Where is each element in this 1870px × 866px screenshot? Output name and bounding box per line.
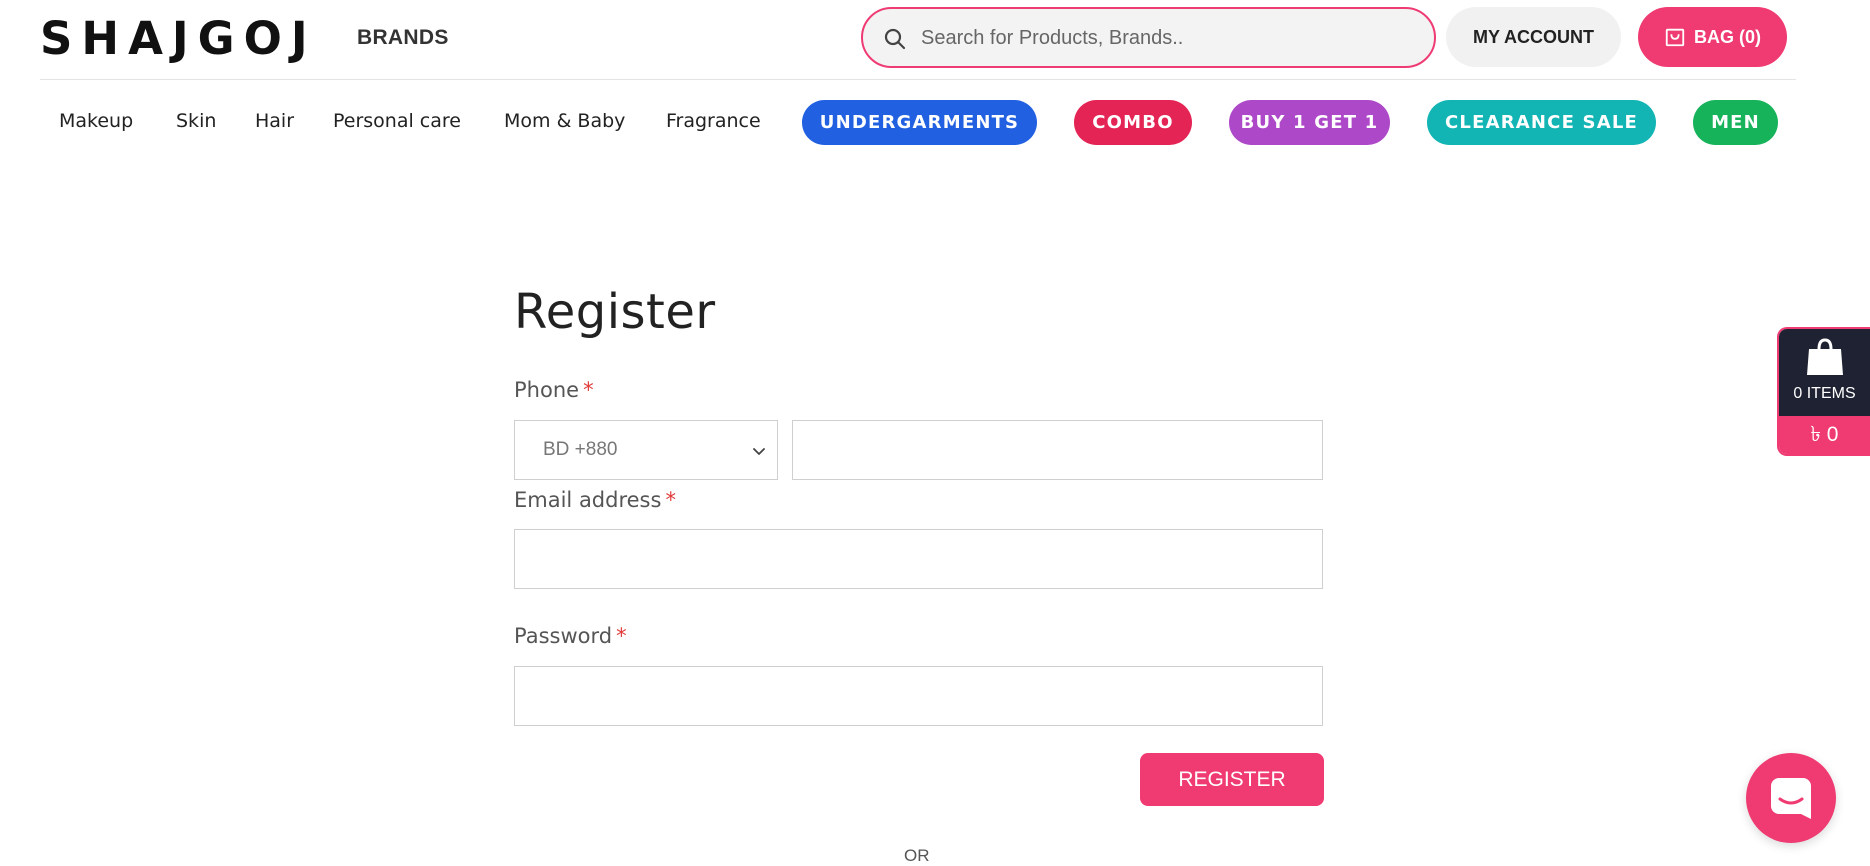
site-logo[interactable]: SHAJGOJ — [40, 12, 317, 65]
phone-label: Phone * — [514, 378, 594, 402]
chat-button[interactable] — [1746, 753, 1836, 843]
nav-link-skin[interactable]: Skin — [176, 110, 216, 132]
phone-input[interactable] — [792, 420, 1323, 480]
required-mark: * — [583, 378, 594, 402]
nav-link-mom-baby[interactable]: Mom & Baby — [504, 110, 625, 132]
search-input[interactable] — [911, 19, 1411, 57]
category-nav: Makeup Skin Hair Personal care Mom & Bab… — [0, 98, 1870, 148]
pill-undergarments[interactable]: UNDERGARMENTS — [802, 100, 1037, 145]
required-mark: * — [665, 488, 676, 512]
nav-link-hair[interactable]: Hair — [255, 110, 294, 132]
side-cart-total: ৳ 0 — [1779, 416, 1870, 454]
email-label-text: Email address — [514, 488, 662, 512]
pill-men[interactable]: MEN — [1693, 100, 1778, 145]
nav-link-fragrance[interactable]: Fragrance — [666, 110, 761, 132]
shopping-bag-icon — [1665, 28, 1685, 47]
site-header: SHAJGOJ BRANDS MY ACCOUNT BAG (0) — [0, 0, 1870, 80]
bag-label: BAG (0) — [1694, 26, 1761, 47]
nav-link-personal-care[interactable]: Personal care — [333, 110, 461, 132]
chevron-down-icon — [753, 448, 765, 455]
page-title: Register — [514, 284, 716, 340]
brands-link[interactable]: BRANDS — [357, 26, 449, 50]
email-input[interactable] — [514, 529, 1323, 589]
pill-combo[interactable]: COMBO — [1074, 100, 1192, 145]
side-cart-items: 0 ITEMS — [1793, 385, 1856, 402]
country-code-value: BD +880 — [543, 439, 618, 460]
shopping-bag-icon — [1807, 338, 1843, 375]
header-divider — [40, 79, 1796, 80]
search-bar[interactable] — [861, 7, 1436, 68]
bag-button[interactable]: BAG (0) — [1638, 7, 1787, 67]
my-account-button[interactable]: MY ACCOUNT — [1446, 7, 1621, 67]
country-code-select[interactable]: BD +880 — [514, 420, 778, 480]
side-cart-widget[interactable]: 0 ITEMS ৳ 0 — [1779, 329, 1870, 454]
password-label-text: Password — [514, 624, 613, 648]
chat-icon — [1771, 778, 1811, 819]
phone-label-text: Phone — [514, 378, 580, 402]
email-label: Email address * — [514, 488, 676, 512]
password-label: Password * — [514, 624, 627, 648]
nav-link-makeup[interactable]: Makeup — [59, 110, 133, 132]
required-mark: * — [616, 624, 627, 648]
side-cart-top: 0 ITEMS — [1779, 329, 1870, 416]
pill-buy-1-get-1[interactable]: BUY 1 GET 1 — [1229, 100, 1390, 145]
password-input[interactable] — [514, 666, 1323, 726]
register-button[interactable]: REGISTER — [1140, 753, 1324, 806]
pill-clearance-sale[interactable]: CLEARANCE SALE — [1427, 100, 1656, 145]
search-icon — [884, 28, 906, 50]
or-divider-text: OR — [904, 846, 930, 865]
